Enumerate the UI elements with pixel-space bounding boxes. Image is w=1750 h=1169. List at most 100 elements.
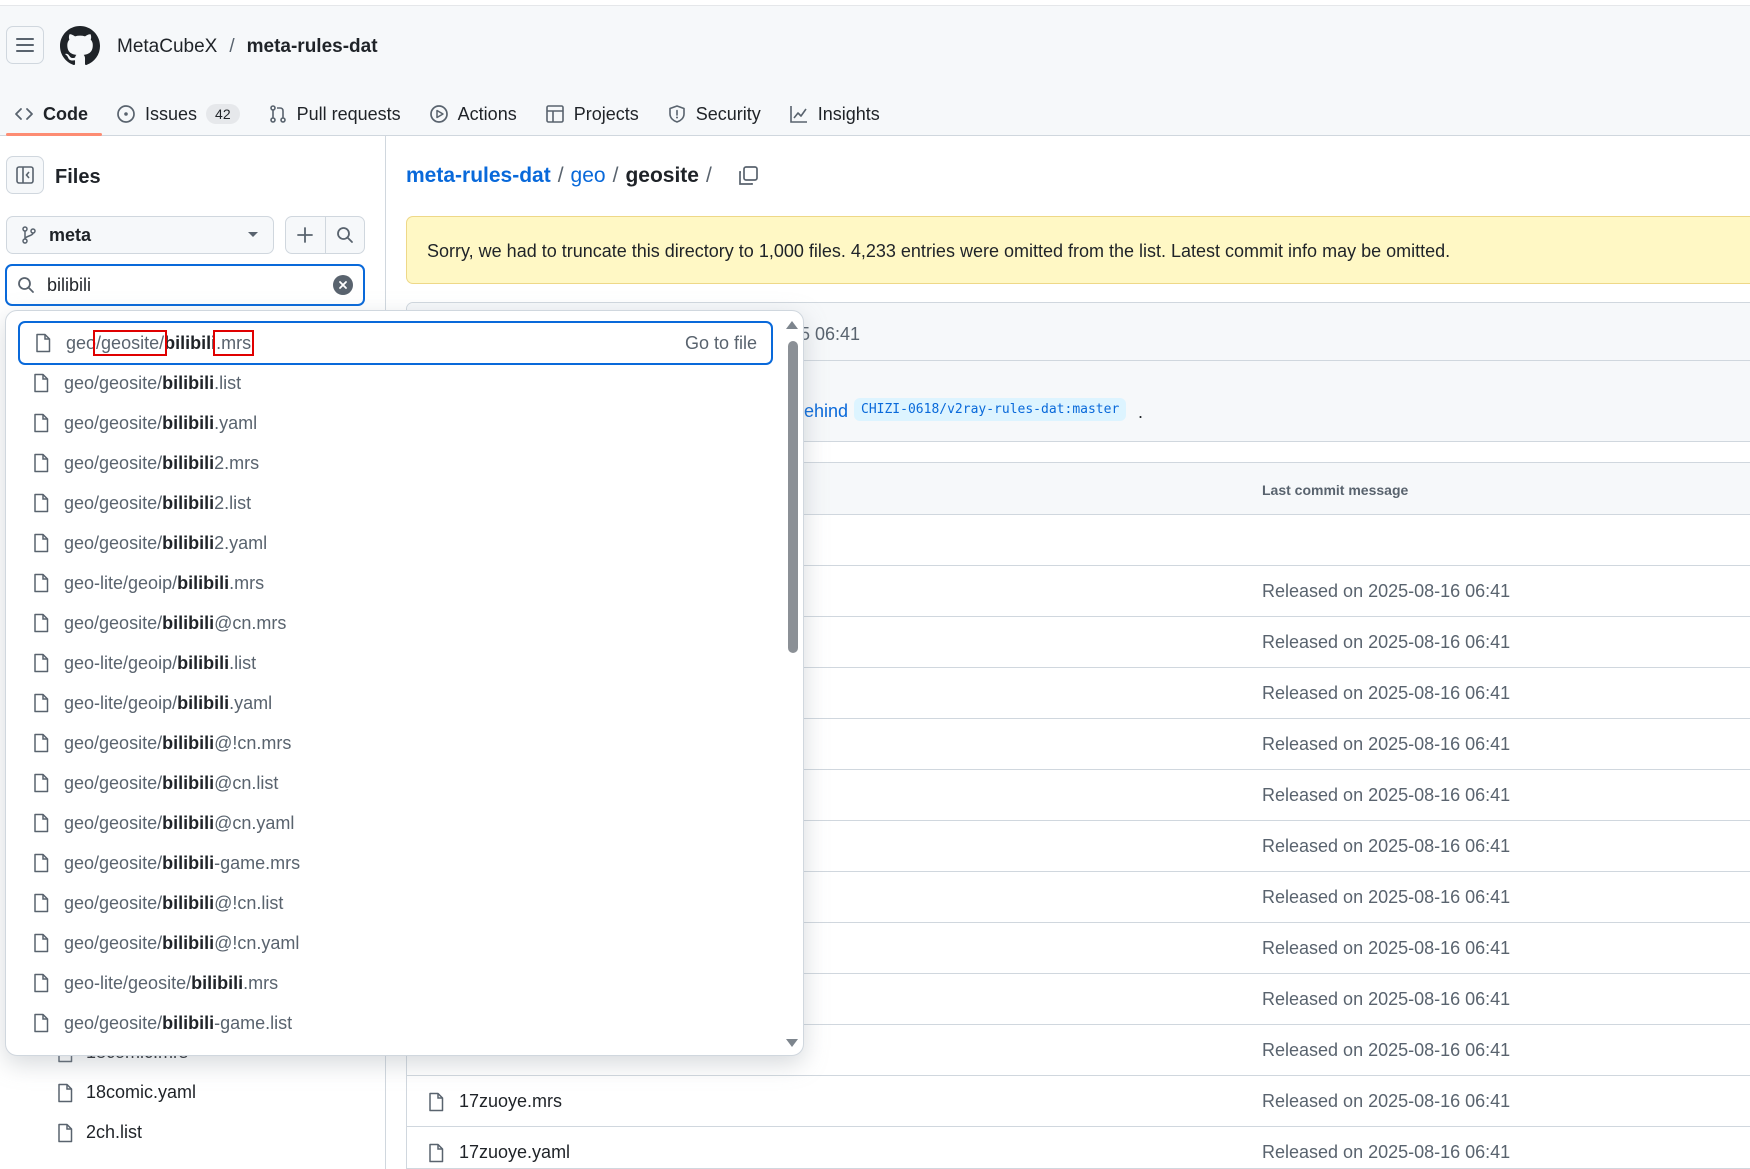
- tab-issues[interactable]: Issues 42: [102, 90, 254, 134]
- clear-search-button[interactable]: [333, 275, 353, 295]
- search-result-item[interactable]: geo-lite/geosite/bilibili.mrs: [18, 963, 773, 1003]
- scrollbar-thumb[interactable]: [788, 341, 798, 653]
- result-path: geo/geosite/bilibili@cn.mrs: [64, 613, 286, 634]
- scroll-up-arrow-icon[interactable]: [786, 321, 798, 329]
- tab-insights[interactable]: Insights: [775, 90, 894, 134]
- search-result-item[interactable]: geo/geosite/bilibili2.yaml: [18, 523, 773, 563]
- commit-message[interactable]: Released on 2025-08-16 06:41: [1262, 1142, 1510, 1163]
- graph-icon: [789, 106, 807, 123]
- commit-message[interactable]: Released on 2025-08-16 06:41: [1262, 581, 1510, 602]
- copy-path-icon[interactable]: [737, 165, 759, 187]
- tab-actions[interactable]: Actions: [415, 90, 531, 134]
- result-path: geo/geosite/bilibili.list: [64, 373, 241, 394]
- path-match: bilibili: [162, 612, 215, 633]
- commit-message[interactable]: Released on 2025-08-16 06:41: [1262, 989, 1510, 1010]
- add-file-button[interactable]: [286, 217, 326, 253]
- tree-file-name: 2ch.list: [86, 1122, 143, 1142]
- repo-name-link[interactable]: meta-rules-dat: [247, 36, 378, 58]
- behind-link[interactable]: ehind: [804, 401, 848, 422]
- menu-button[interactable]: [6, 26, 44, 64]
- search-result-item[interactable]: geo-lite/geoip/bilibili.mrs: [18, 563, 773, 603]
- repo-owner-link[interactable]: MetaCubeX: [117, 36, 217, 58]
- file-name-cell[interactable]: 17zuoye.mrs: [427, 1091, 562, 1112]
- search-result-item[interactable]: geo/geosite/bilibili-game.list: [18, 1003, 773, 1043]
- file-icon: [34, 533, 49, 553]
- search-result-item[interactable]: geo/geosite/bilibili.yaml: [18, 403, 773, 443]
- commit-message[interactable]: Released on 2025-08-16 06:41: [1262, 938, 1510, 959]
- search-result-item[interactable]: geo/geosite/bilibili-game.mrs: [18, 843, 773, 883]
- file-icon: [34, 773, 49, 793]
- breadcrumb-current: geosite: [625, 164, 699, 187]
- path-prefix: geo/geosite/: [64, 812, 163, 833]
- path-prefix: geo/geosite/: [64, 772, 163, 793]
- search-input-value[interactable]: bilibili: [47, 275, 321, 296]
- search-result-item[interactable]: geo-lite/geoip/bilibili.yaml: [18, 683, 773, 723]
- file-icon: [34, 893, 49, 913]
- search-result-item[interactable]: geo/geosite/bilibili.list: [18, 363, 773, 403]
- path-match: bilibili: [162, 772, 215, 793]
- breadcrumb-separator: /: [612, 164, 619, 187]
- plus-icon: [297, 227, 314, 243]
- path-prefix: geo-lite/geosite/: [64, 972, 192, 993]
- commit-message[interactable]: Released on 2025-08-16 06:41: [1262, 836, 1510, 857]
- github-logo-icon[interactable]: [60, 26, 100, 66]
- path-suffix: -game.list: [214, 1012, 293, 1033]
- search-result-item[interactable]: geo/geosite/bilibili@!cn.mrs: [18, 723, 773, 763]
- table-row[interactable]: 17zuoye.mrs Released on 2025-08-16 06:41: [407, 1076, 1750, 1127]
- path-match: bilibili: [162, 892, 215, 913]
- branch-selector[interactable]: meta: [6, 216, 274, 254]
- file-name[interactable]: 17zuoye.yaml: [459, 1142, 570, 1163]
- go-to-file-input[interactable]: bilibili: [5, 264, 365, 306]
- search-result-item[interactable]: geo/geosite/bilibili.mrs Go to file: [18, 321, 773, 365]
- breadcrumb-dir-link[interactable]: geo: [571, 164, 606, 188]
- search-result-item[interactable]: geo/geosite/bilibili2.list: [18, 483, 773, 523]
- collapse-sidebar-button[interactable]: [6, 156, 44, 194]
- issues-counter: 42: [206, 104, 240, 124]
- tree-file-item[interactable]: 18comic.yaml: [56, 1082, 196, 1103]
- tree-file-item[interactable]: 2ch.list: [56, 1122, 142, 1143]
- upstream-branch-ref[interactable]: CHIZI-0618/v2ray-rules-dat:master: [854, 398, 1127, 421]
- search-result-item[interactable]: geo/geosite/bilibili@cn.list: [18, 763, 773, 803]
- search-result-item[interactable]: geo-lite/geoip/bilibili.list: [18, 643, 773, 683]
- commit-message[interactable]: Released on 2025-08-16 06:41: [1262, 1091, 1510, 1112]
- repo-path: MetaCubeX / meta-rules-dat: [117, 36, 378, 58]
- tab-projects[interactable]: Projects: [531, 90, 653, 134]
- result-path: geo/geosite/bilibili@!cn.yaml: [64, 933, 299, 954]
- commit-message[interactable]: Released on 2025-08-16 06:41: [1262, 785, 1510, 806]
- search-result-item[interactable]: geo/geosite/bilibili@cn.yaml: [18, 803, 773, 843]
- file-icon: [34, 373, 49, 393]
- file-name[interactable]: 17zuoye.mrs: [459, 1091, 562, 1112]
- path-suffix: .yaml: [229, 692, 273, 713]
- table-row[interactable]: 17zuoye.yaml Released on 2025-08-16 06:4…: [407, 1127, 1750, 1168]
- path-prefix: geo/geosite/: [64, 612, 163, 633]
- search-code-button[interactable]: [326, 217, 365, 253]
- search-result-item[interactable]: geo/geosite/bilibili@!cn.yaml: [18, 923, 773, 963]
- result-path: geo/geosite/bilibili@cn.list: [64, 773, 278, 794]
- search-result-item[interactable]: geo/geosite/bilibili@!cn.list: [18, 883, 773, 923]
- tab-pull-requests[interactable]: Pull requests: [254, 90, 415, 134]
- path-suffix: .yaml: [214, 412, 258, 433]
- tab-security[interactable]: Security: [653, 90, 775, 134]
- path-match: bilibili: [162, 372, 215, 393]
- file-name-cell[interactable]: 17zuoye.yaml: [427, 1142, 570, 1163]
- commit-message[interactable]: Released on 2025-08-16 06:41: [1262, 1040, 1510, 1061]
- commit-message[interactable]: Released on 2025-08-16 06:41: [1262, 683, 1510, 704]
- tab-code[interactable]: Code: [0, 90, 102, 136]
- path-match: bilibili: [177, 652, 230, 673]
- commit-message[interactable]: Released on 2025-08-16 06:41: [1262, 887, 1510, 908]
- result-path: geo/geosite/bilibili2.list: [64, 493, 251, 514]
- path-match: bilibili: [177, 572, 230, 593]
- path-match: bilibili: [162, 732, 215, 753]
- search-result-item[interactable]: geo/geosite/bilibili2.mrs: [18, 443, 773, 483]
- path-match: bilibili: [162, 412, 215, 433]
- path-match: bilibili: [177, 692, 230, 713]
- commit-message[interactable]: Released on 2025-08-16 06:41: [1262, 632, 1510, 653]
- commit-message[interactable]: Released on 2025-08-16 06:41: [1262, 734, 1510, 755]
- result-path: geo/geosite/bilibili.yaml: [64, 413, 257, 434]
- search-result-item[interactable]: geo/geosite/bilibili@cn.mrs: [18, 603, 773, 643]
- result-path: geo/geosite/bilibili2.yaml: [64, 533, 267, 554]
- scroll-down-arrow-icon[interactable]: [786, 1039, 798, 1047]
- path-match: bilibili: [162, 532, 215, 553]
- breadcrumb-repo-link[interactable]: meta-rules-dat: [406, 164, 551, 188]
- path-prefix: geo/geosite/: [64, 532, 163, 553]
